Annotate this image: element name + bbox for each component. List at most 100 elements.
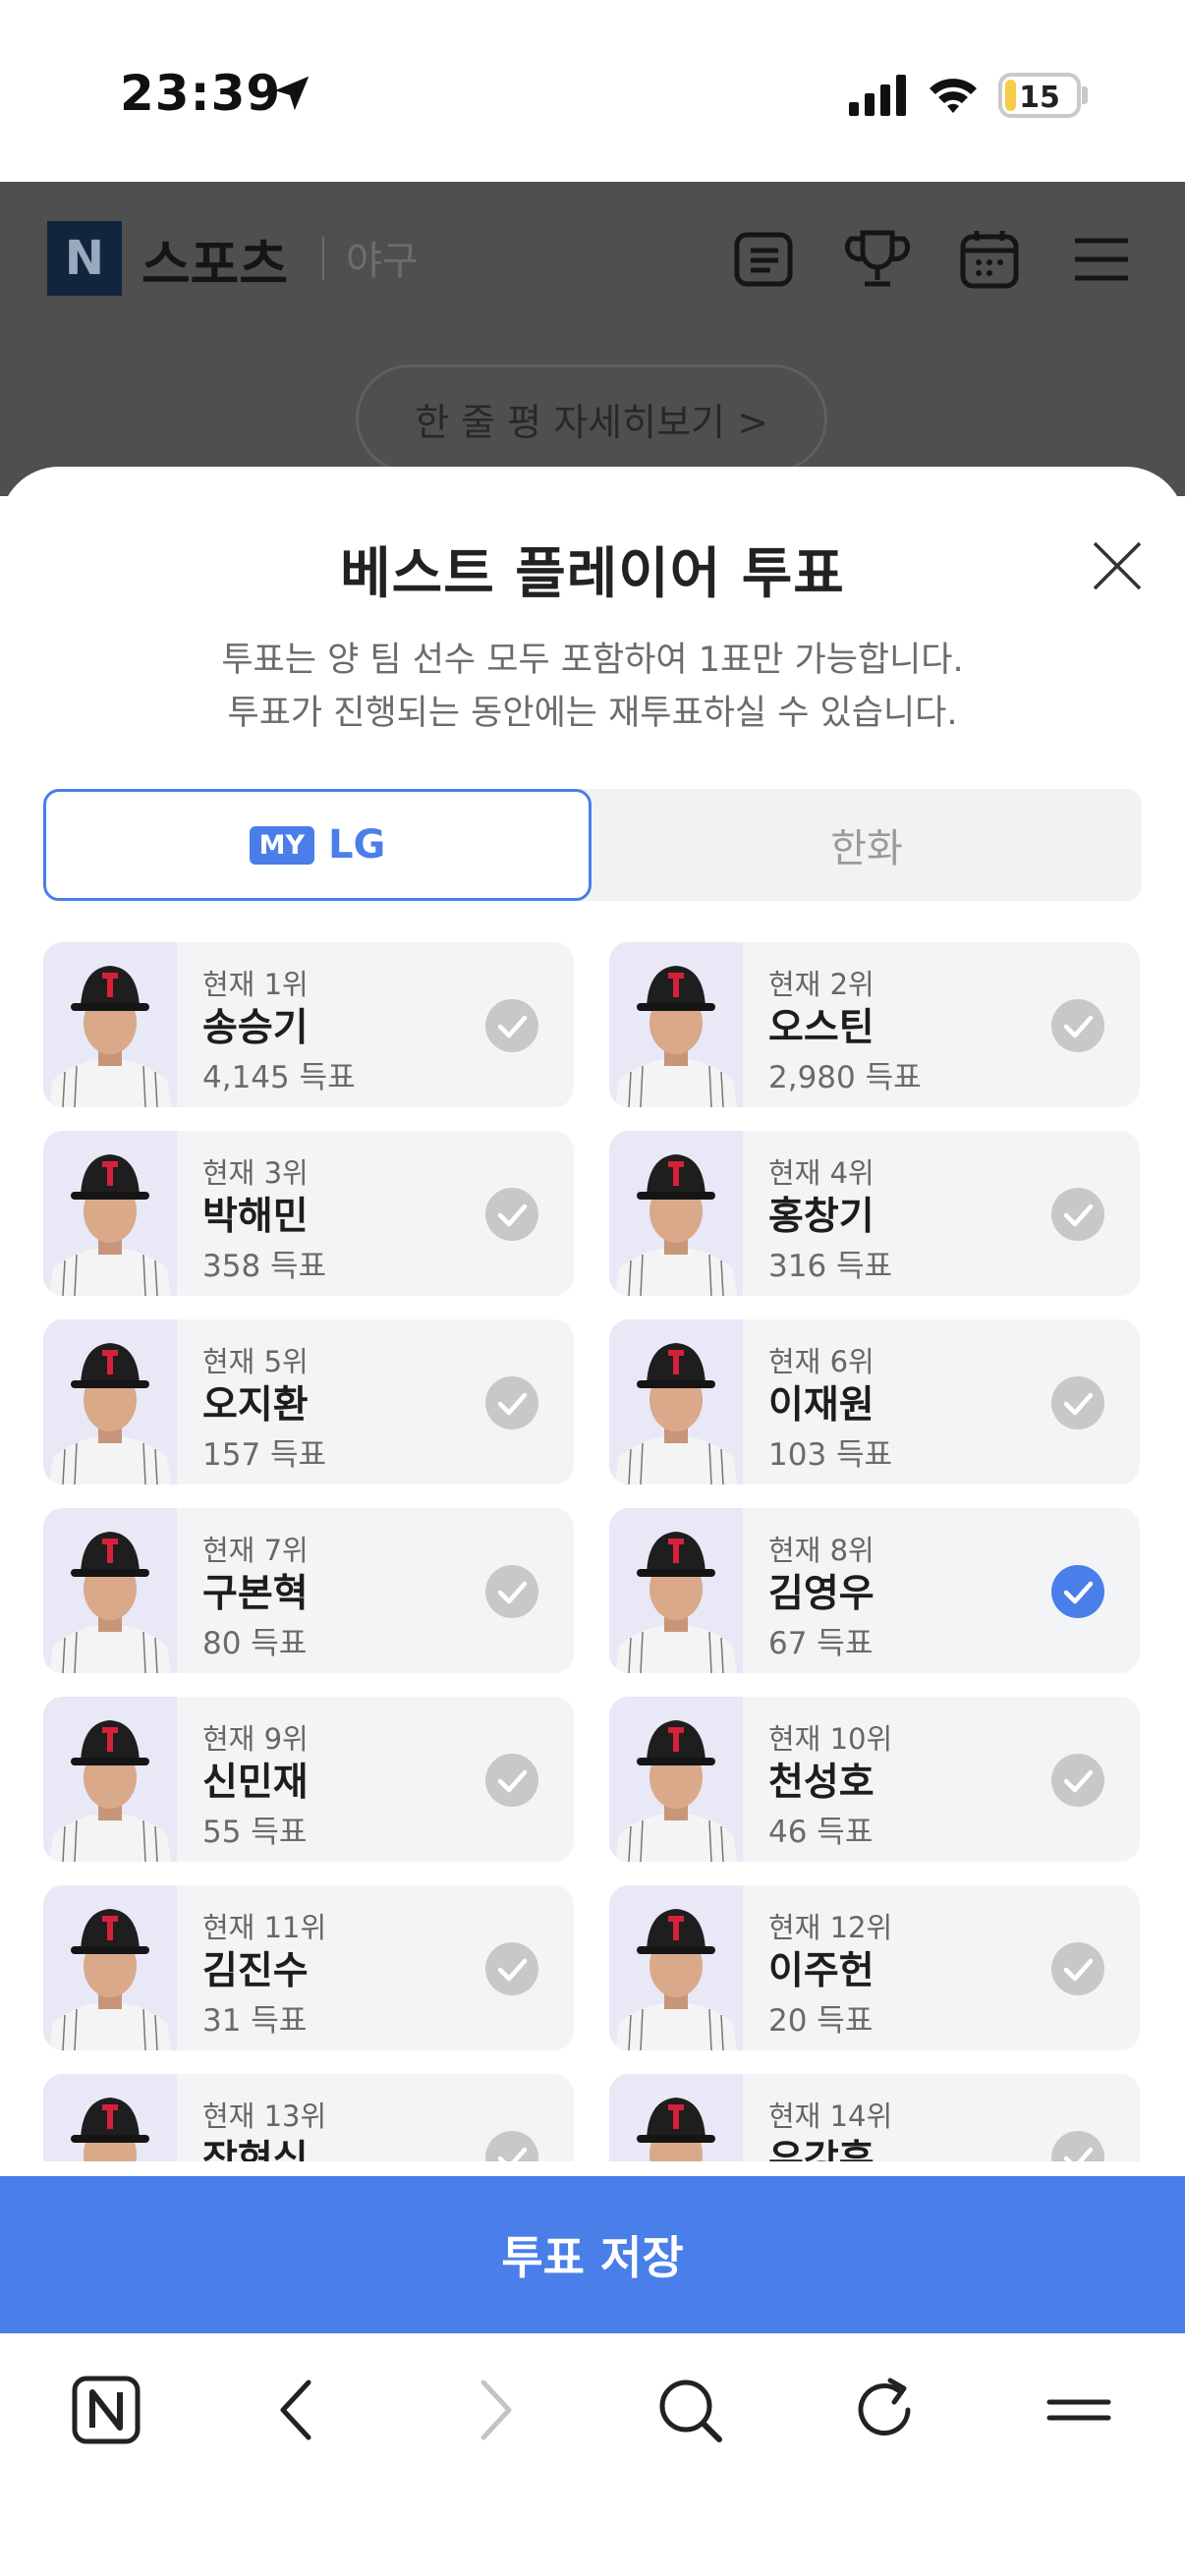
battery-cap (1082, 86, 1088, 104)
vote-check-icon[interactable] (485, 1188, 538, 1241)
player-name: 이재원 (768, 1383, 875, 1428)
naver-logo[interactable]: N (47, 221, 122, 296)
calendar-icon[interactable] (955, 225, 1024, 294)
vote-bottom-sheet: 베스트 플레이어 투표 투표는 양 팀 선수 모두 포함하여 1표만 가능합니다… (0, 467, 1185, 2333)
close-icon[interactable] (1087, 535, 1148, 596)
player-name: 김영우 (768, 1572, 875, 1616)
save-vote-button[interactable]: 투표 저장 (0, 2176, 1185, 2333)
player-votes: 358 득표 (202, 1249, 327, 1284)
player-votes: 46 득표 (768, 1815, 874, 1850)
sheet-title: 베스트 플레이어 투표 (340, 542, 845, 606)
player-card[interactable]: 현재 13위 장현식 (43, 2074, 574, 2161)
player-photo (43, 1508, 177, 1673)
player-card[interactable]: 현재 5위 오지환 157 득표 (43, 1319, 574, 1484)
player-name: 박해민 (202, 1195, 309, 1239)
player-name: 구본혁 (202, 1572, 309, 1616)
player-photo (43, 942, 177, 1107)
wifi-icon (930, 79, 977, 113)
player-photo (43, 1885, 177, 2050)
reload-icon[interactable] (847, 2373, 922, 2447)
naver-home-icon[interactable] (69, 2373, 143, 2447)
vote-check-icon[interactable] (1051, 2131, 1104, 2161)
player-votes: 2,980 득표 (768, 1060, 922, 1095)
vote-check-icon[interactable] (1051, 999, 1104, 1052)
player-votes: 80 득표 (202, 1626, 308, 1661)
my-team-badge: MY (249, 825, 315, 865)
tab-lg-label: LG (328, 822, 386, 868)
battery-percent: 15 (1019, 81, 1060, 115)
player-card[interactable]: 현재 4위 홍창기 316 득표 (609, 1131, 1140, 1296)
background-page: N 스포츠 야구 한 줄 평 자세히보기 > (0, 182, 1185, 496)
player-photo (609, 1131, 743, 1296)
player-votes: 4,145 득표 (202, 1060, 356, 1095)
player-grid: 현재 1위 송승기 4,145 득표 현재 2위 오스틴 2,980 득표 현재 3위 박해민… (0, 942, 1185, 2161)
battery-icon: 15 (998, 73, 1081, 118)
player-name: 홍창기 (768, 1195, 875, 1239)
vote-check-icon[interactable] (1051, 1942, 1104, 1995)
tab-lg[interactable]: MY LG (43, 789, 592, 901)
brand-title: 스포츠 (141, 234, 289, 296)
player-card[interactable]: 현재 11위 김진수 31 득표 (43, 1885, 574, 2050)
cellular-signal-icon (849, 75, 906, 116)
vote-check-icon[interactable] (1051, 1565, 1104, 1618)
player-name: 송승기 (202, 1006, 309, 1050)
player-card[interactable]: 현재 7위 구본혁 80 득표 (43, 1508, 574, 1673)
forward-icon[interactable] (456, 2373, 531, 2447)
player-photo (609, 2074, 743, 2161)
player-card[interactable]: 현재 12위 이주헌 20 득표 (609, 1885, 1140, 2050)
player-photo (609, 1319, 743, 1484)
section-label: 야구 (346, 239, 419, 284)
player-photo (609, 1697, 743, 1862)
player-name: 김진수 (202, 1949, 309, 1993)
vote-description-line2: 투표가 진행되는 동안에는 재투표하실 수 있습니다. (227, 694, 958, 733)
player-votes: 103 득표 (768, 1437, 893, 1473)
trophy-icon[interactable] (843, 225, 912, 294)
search-icon[interactable] (652, 2373, 727, 2447)
player-photo (609, 1885, 743, 2050)
player-card[interactable]: 현재 9위 신민재 55 득표 (43, 1697, 574, 1862)
tab-hanwha[interactable]: 한화 (592, 789, 1142, 901)
player-name: 이주헌 (768, 1949, 875, 1993)
menu-icon[interactable] (1042, 2373, 1116, 2447)
vote-check-icon[interactable] (1051, 1188, 1104, 1241)
player-card[interactable]: 현재 6위 이재원 103 득표 (609, 1319, 1140, 1484)
player-votes: 316 득표 (768, 1249, 893, 1284)
vote-check-icon[interactable] (485, 2131, 538, 2161)
player-name: 장현식 (202, 2138, 309, 2161)
player-votes: 67 득표 (768, 1626, 874, 1661)
player-photo (43, 1319, 177, 1484)
player-card[interactable]: 현재 14위 우강훈 (609, 2074, 1140, 2161)
player-photo (43, 2074, 177, 2161)
player-votes: 157 득표 (202, 1437, 327, 1473)
vote-check-icon[interactable] (485, 1942, 538, 1995)
player-card[interactable]: 현재 10위 천성호 46 득표 (609, 1697, 1140, 1862)
vote-check-icon[interactable] (485, 1754, 538, 1807)
review-detail-link[interactable]: 한 줄 평 자세히보기 > (356, 364, 827, 473)
location-arrow-icon (274, 76, 310, 111)
player-photo (43, 1697, 177, 1862)
news-list-icon[interactable] (729, 225, 798, 294)
player-card[interactable]: 현재 8위 김영우 67 득표 (609, 1508, 1140, 1673)
vote-check-icon[interactable] (485, 1565, 538, 1618)
player-card[interactable]: 현재 3위 박해민 358 득표 (43, 1131, 574, 1296)
team-tabs: MY LG 한화 (43, 789, 1142, 901)
vote-check-icon[interactable] (485, 1376, 538, 1429)
player-card[interactable]: 현재 1위 송승기 4,145 득표 (43, 942, 574, 1107)
player-name: 오지환 (202, 1383, 309, 1428)
player-name: 신민재 (202, 1761, 309, 1805)
player-votes: 20 득표 (768, 2003, 874, 2039)
vote-description-line1: 투표는 양 팀 선수 모두 포함하여 1표만 가능합니다. (221, 641, 964, 680)
player-name: 오스틴 (768, 1006, 875, 1050)
browser-toolbar (0, 2333, 1185, 2576)
player-votes: 55 득표 (202, 1815, 308, 1850)
player-photo (609, 1508, 743, 1673)
vote-check-icon[interactable] (485, 999, 538, 1052)
vote-check-icon[interactable] (1051, 1376, 1104, 1429)
back-icon[interactable] (261, 2373, 336, 2447)
player-card[interactable]: 현재 2위 오스틴 2,980 득표 (609, 942, 1140, 1107)
player-photo (43, 1131, 177, 1296)
player-name: 우강훈 (768, 2138, 875, 2161)
hamburger-menu-icon[interactable] (1067, 225, 1136, 294)
brand-divider (322, 237, 324, 280)
vote-check-icon[interactable] (1051, 1754, 1104, 1807)
